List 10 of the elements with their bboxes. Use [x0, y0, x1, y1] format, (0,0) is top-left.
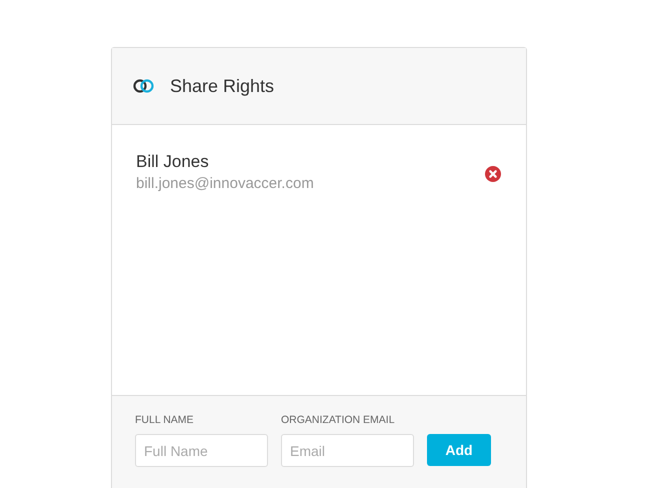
field-label: FULL NAME	[135, 413, 195, 427]
text-field[interactable]: Full Name	[135, 434, 268, 467]
user-email: bill.jones@innovaccer.com	[136, 174, 314, 194]
panel-title: Share Rights	[170, 74, 274, 98]
remove-icon[interactable]	[485, 166, 501, 182]
text-field[interactable]: Email	[281, 434, 414, 467]
user-name: Bill Jones	[136, 151, 210, 173]
add-button[interactable]: Add	[427, 434, 491, 466]
field-label: ORGANIZATION EMAIL	[281, 413, 396, 427]
linked-rings-icon	[133, 79, 155, 93]
